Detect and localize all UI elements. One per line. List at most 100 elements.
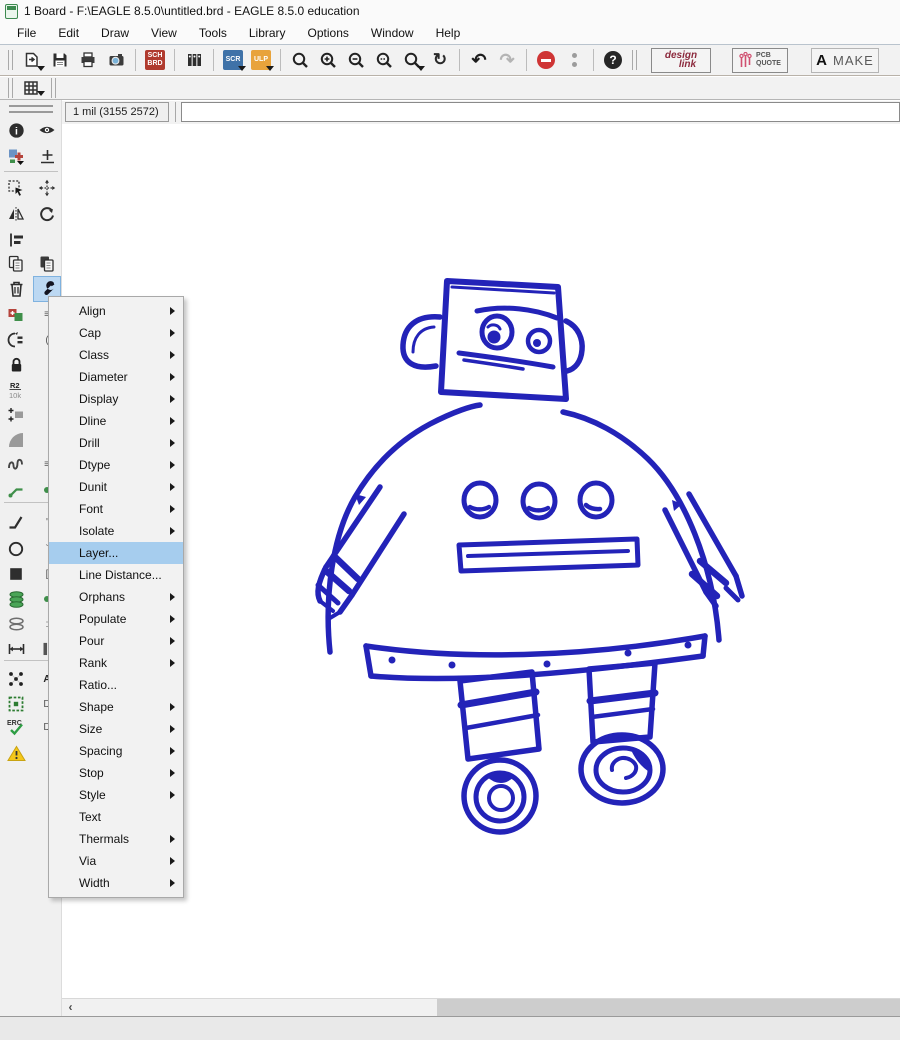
rect-button[interactable]	[3, 562, 29, 586]
context-menu-item-font[interactable]: Font	[49, 498, 183, 520]
run-ulp-button[interactable]: ULP	[247, 47, 275, 73]
palette-drag-handle[interactable]	[9, 105, 53, 113]
context-menu-item-stop[interactable]: Stop	[49, 762, 183, 784]
options-dots-button[interactable]	[560, 47, 588, 73]
menu-view[interactable]: View	[140, 24, 188, 43]
context-menu-item-populate[interactable]: Populate	[49, 608, 183, 630]
mark-button[interactable]	[34, 144, 60, 168]
context-menu-item-text[interactable]: Text	[49, 806, 183, 828]
info-button[interactable]: i	[3, 118, 29, 142]
print-button[interactable]	[74, 47, 102, 73]
toolbar-drag-handle[interactable]	[8, 50, 13, 70]
switch-sch-brd-button[interactable]: SCH BRD	[141, 47, 169, 73]
move-button[interactable]	[34, 176, 60, 200]
context-menu-item-via[interactable]: Via	[49, 850, 183, 872]
context-menu-item-dunit[interactable]: Dunit	[49, 476, 183, 498]
horizontal-scrollbar[interactable]: ‹	[62, 998, 900, 1017]
library-button[interactable]	[180, 47, 208, 73]
grid-button[interactable]	[18, 78, 46, 98]
name-value-button[interactable]: R2 10k	[3, 378, 29, 402]
context-menu-item-width[interactable]: Width	[49, 872, 183, 894]
submenu-arrow-icon	[170, 659, 175, 667]
route-button[interactable]	[3, 478, 29, 502]
menu-options[interactable]: Options	[297, 24, 360, 43]
paste-button[interactable]	[34, 252, 60, 276]
display-layers-button[interactable]	[3, 144, 29, 168]
save-button[interactable]	[46, 47, 74, 73]
context-menu-item-pour[interactable]: Pour	[49, 630, 183, 652]
menu-draw[interactable]: Draw	[90, 24, 140, 43]
context-menu-item-layer[interactable]: Layer...	[49, 542, 183, 564]
align-button[interactable]	[3, 228, 29, 252]
via-button[interactable]	[3, 587, 29, 611]
context-menu-item-diameter[interactable]: Diameter	[49, 366, 183, 388]
zoom-in-button[interactable]	[314, 47, 342, 73]
miter-button[interactable]	[3, 428, 29, 452]
context-menu-item-align[interactable]: Align	[49, 300, 183, 322]
context-menu-item-orphans[interactable]: Orphans	[49, 586, 183, 608]
context-menu-item-shape[interactable]: Shape	[49, 696, 183, 718]
make-button[interactable]: A MAKE	[811, 47, 879, 73]
context-menu-item-rank[interactable]: Rank	[49, 652, 183, 674]
zoom-select-button[interactable]	[370, 47, 398, 73]
undo-button[interactable]: ↶	[465, 47, 493, 73]
meander-button[interactable]	[3, 452, 29, 476]
zoom-fit-button[interactable]	[286, 47, 314, 73]
buried-via-button[interactable]	[3, 612, 29, 636]
menu-tools[interactable]: Tools	[188, 24, 238, 43]
menu-edit[interactable]: Edit	[47, 24, 90, 43]
drc-button[interactable]	[3, 692, 29, 716]
ratsnest-button[interactable]	[3, 667, 29, 691]
context-menu-item-dtype[interactable]: Dtype	[49, 454, 183, 476]
erc-button[interactable]: ERC	[3, 715, 29, 739]
run-script-button[interactable]: SCR	[219, 47, 247, 73]
smash-button[interactable]	[3, 403, 29, 427]
command-input[interactable]	[181, 102, 900, 122]
delete-button[interactable]	[3, 277, 29, 301]
context-menu-item-size[interactable]: Size	[49, 718, 183, 740]
dimension-button[interactable]	[3, 637, 29, 661]
zoom-out-button[interactable]	[342, 47, 370, 73]
help-button[interactable]: ?	[599, 47, 627, 73]
pcb-quote-button[interactable]: PCB QUOTE	[732, 47, 788, 73]
wire-button[interactable]	[3, 510, 29, 534]
menu-file[interactable]: File	[6, 24, 47, 43]
context-menu-item-spacing[interactable]: Spacing	[49, 740, 183, 762]
lock-button[interactable]	[3, 353, 29, 377]
circle-button[interactable]	[3, 537, 29, 561]
redraw-button[interactable]: ↻	[426, 47, 454, 73]
context-menu-item-drill[interactable]: Drill	[49, 432, 183, 454]
show-button[interactable]	[34, 118, 60, 142]
context-menu-item-thermals[interactable]: Thermals	[49, 828, 183, 850]
context-menu-item-display[interactable]: Display	[49, 388, 183, 410]
context-menu-item-style[interactable]: Style	[49, 784, 183, 806]
context-menu-item-isolate[interactable]: Isolate	[49, 520, 183, 542]
toolbar-drag-handle[interactable]	[632, 50, 637, 70]
menu-help[interactable]: Help	[425, 24, 472, 43]
errors-button[interactable]	[3, 741, 29, 765]
design-link-button[interactable]: design link	[651, 47, 711, 73]
copy-button[interactable]	[3, 252, 29, 276]
drawing-canvas[interactable]	[62, 124, 900, 998]
context-menu-item-line-distance[interactable]: Line Distance...	[49, 564, 183, 586]
toolbar-drag-handle[interactable]	[8, 78, 13, 98]
context-menu-item-ratio[interactable]: Ratio...	[49, 674, 183, 696]
export-image-button[interactable]	[102, 47, 130, 73]
open-button[interactable]	[18, 47, 46, 73]
group-select-button[interactable]	[3, 176, 29, 200]
context-menu-item-cap[interactable]: Cap	[49, 322, 183, 344]
toolbar-drag-handle[interactable]	[51, 78, 56, 98]
context-menu-item-class[interactable]: Class	[49, 344, 183, 366]
rotate-button[interactable]	[34, 202, 60, 226]
mirror-button[interactable]	[3, 202, 29, 226]
context-menu-item-dline[interactable]: Dline	[49, 410, 183, 432]
redo-button[interactable]: ↷	[493, 47, 521, 73]
scrollbar-thumb[interactable]	[437, 999, 900, 1017]
stop-button[interactable]	[532, 47, 560, 73]
replace-button[interactable]	[3, 328, 29, 352]
zoom-level-button[interactable]	[398, 47, 426, 73]
scroll-left-arrow-icon[interactable]: ‹	[62, 999, 79, 1017]
add-part-button[interactable]	[3, 302, 29, 326]
menu-library[interactable]: Library	[238, 24, 297, 43]
menu-window[interactable]: Window	[360, 24, 425, 43]
